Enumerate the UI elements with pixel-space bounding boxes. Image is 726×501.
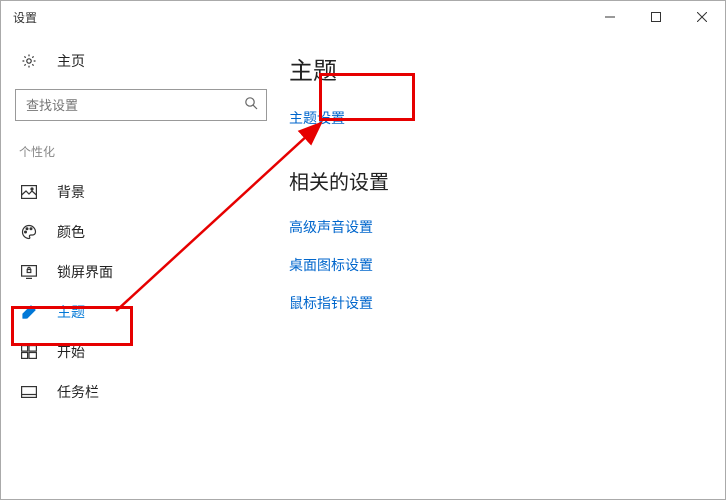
window-title: 设置: [13, 9, 587, 26]
palette-icon: [19, 224, 39, 240]
home-button[interactable]: 主页: [1, 41, 281, 81]
nav-item-background[interactable]: 背景: [1, 172, 281, 212]
minimize-button[interactable]: [587, 1, 633, 33]
maximize-button[interactable]: [633, 1, 679, 33]
nav-item-lockscreen[interactable]: 锁屏界面: [1, 252, 281, 292]
main-content: 主题 主题设置 相关的设置 高级声音设置 桌面图标设置 鼠标指针设置: [281, 33, 725, 499]
theme-icon: [19, 304, 39, 320]
nav-item-start[interactable]: 开始: [1, 332, 281, 372]
nav-label: 开始: [57, 342, 85, 362]
nav-item-themes[interactable]: 主题: [1, 292, 281, 332]
nav-label: 颜色: [57, 222, 85, 242]
sidebar: 主页 个性化 背景 颜色: [1, 33, 281, 499]
related-link-desktop-icons[interactable]: 桌面图标设置: [281, 247, 381, 283]
titlebar: 设置: [1, 1, 725, 33]
related-link-sound[interactable]: 高级声音设置: [281, 209, 381, 245]
close-button[interactable]: [679, 1, 725, 33]
nav-label: 任务栏: [57, 382, 99, 402]
related-heading: 相关的设置: [289, 166, 725, 195]
start-icon: [19, 345, 39, 359]
search-input[interactable]: [26, 98, 244, 113]
taskbar-icon: [19, 386, 39, 398]
nav-label: 锁屏界面: [57, 262, 113, 282]
page-heading: 主题: [281, 51, 725, 86]
search-box[interactable]: [15, 89, 267, 121]
nav-label: 背景: [57, 182, 85, 202]
theme-settings-link[interactable]: 主题设置: [281, 100, 353, 136]
home-label: 主页: [57, 51, 85, 71]
related-link-mouse-pointer[interactable]: 鼠标指针设置: [281, 285, 381, 321]
nav-item-taskbar[interactable]: 任务栏: [1, 372, 281, 412]
gear-icon: [19, 53, 39, 69]
window-controls: [587, 1, 725, 33]
search-icon: [244, 96, 258, 115]
nav-item-colors[interactable]: 颜色: [1, 212, 281, 252]
nav-label: 主题: [57, 302, 85, 322]
picture-icon: [19, 185, 39, 199]
lockscreen-icon: [19, 265, 39, 279]
section-label: 个性化: [1, 139, 281, 172]
